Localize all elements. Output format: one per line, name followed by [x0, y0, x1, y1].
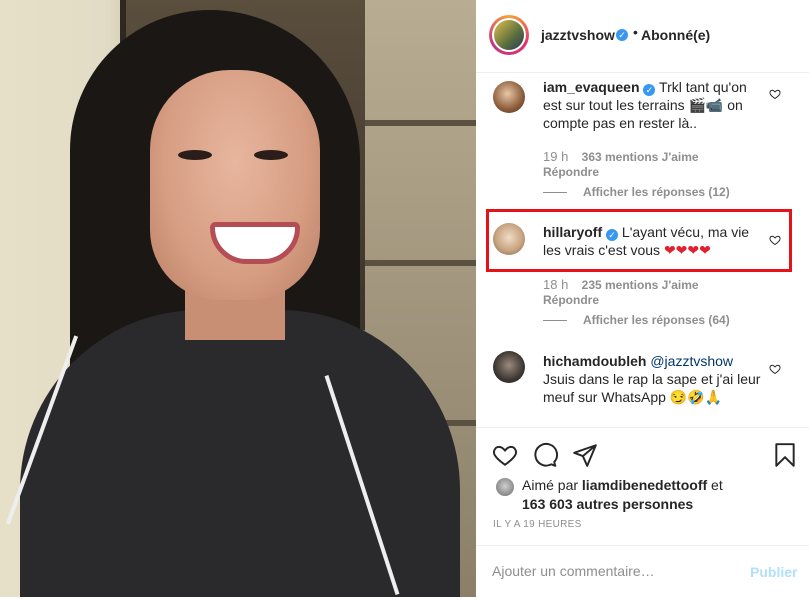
comment-body: hichamdoubleh @jazztvshow Jsuis dans le …: [543, 352, 768, 406]
author-username[interactable]: jazztvshow: [541, 27, 615, 43]
like-comment-heart-icon[interactable]: [769, 88, 781, 100]
comment-meta: 18 h 235 mentions J'aime: [543, 277, 699, 292]
view-replies-button[interactable]: Afficher les réponses (64): [543, 313, 730, 327]
add-comment-bar: Publier: [476, 545, 809, 599]
post-actions: Aimé par liamdibenedettooff et 163 603 a…: [476, 427, 809, 598]
liker-avatar[interactable]: [496, 478, 514, 496]
woman-top: [20, 310, 460, 597]
view-replies-button[interactable]: Afficher les réponses (12): [543, 185, 730, 199]
reply-button[interactable]: Répondre: [543, 293, 599, 307]
bookmark-icon[interactable]: [772, 442, 798, 468]
reply-button[interactable]: Répondre: [543, 165, 599, 179]
other-likers-link[interactable]: 163 603 autres personnes: [522, 496, 693, 512]
comment-mention[interactable]: @jazztvshow: [650, 353, 733, 369]
post-photo[interactable]: [0, 0, 476, 597]
post-timestamp[interactable]: IL Y A 19 HEURES: [493, 519, 582, 530]
liked-conjunction: et: [711, 477, 723, 493]
author-avatar[interactable]: [489, 15, 529, 55]
highlight-box: [486, 209, 792, 272]
verified-icon: ✓: [643, 84, 656, 96]
liked-prefix: Aimé par: [522, 477, 579, 493]
like-comment-heart-icon[interactable]: [769, 363, 781, 375]
comment-time: 19 h: [543, 149, 569, 164]
comment-avatar[interactable]: [493, 81, 525, 113]
verified-icon: ✓: [616, 29, 628, 41]
comment-avatar[interactable]: [493, 351, 525, 383]
comment-bubble-icon[interactable]: [532, 442, 558, 468]
instagram-post-view: jazztvshow ✓ • Abonné(e) iam_evaqueen ✓ …: [0, 0, 809, 597]
comment-likes[interactable]: 235 mentions J'aime: [582, 278, 699, 292]
comment-likes[interactable]: 363 mentions J'aime: [582, 150, 699, 164]
comment-username[interactable]: hichamdoubleh: [543, 353, 646, 369]
woman-face: [150, 70, 320, 300]
follow-status-button[interactable]: Abonné(e): [641, 27, 710, 43]
post-comment-button[interactable]: Publier: [750, 564, 797, 580]
comment-username[interactable]: iam_evaqueen: [543, 79, 640, 95]
comment-input[interactable]: [490, 562, 694, 580]
post-header: jazztvshow ✓ • Abonné(e): [476, 0, 809, 73]
liker-username[interactable]: liamdibenedettooff: [582, 477, 707, 493]
share-paper-plane-icon[interactable]: [572, 442, 598, 468]
like-heart-icon[interactable]: [492, 442, 518, 468]
comment-text: Jsuis dans le rap la sape et j'ai leur m…: [543, 371, 761, 405]
comment-time: 18 h: [543, 277, 569, 292]
comment-body: iam_evaqueen ✓ Trkl tant qu'on est sur t…: [543, 78, 768, 132]
comment-meta: 19 h 363 mentions J'aime: [543, 149, 699, 164]
separator-dot: •: [633, 24, 638, 40]
